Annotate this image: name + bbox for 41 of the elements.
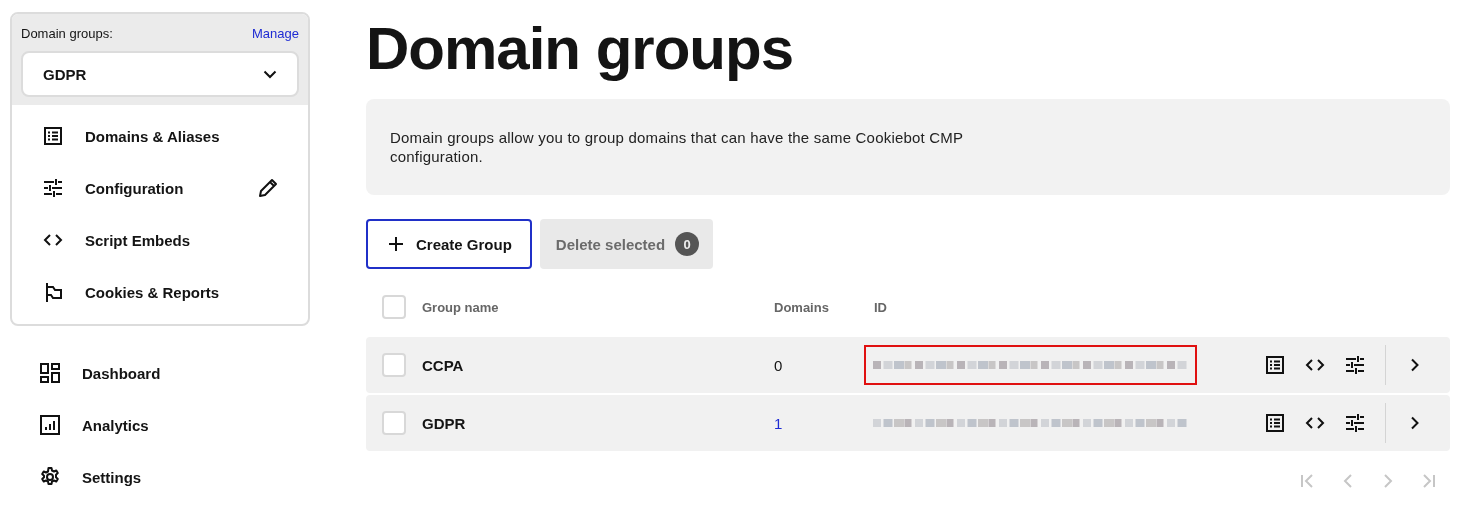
chevron-down-icon xyxy=(263,69,277,79)
manage-link[interactable]: Manage xyxy=(252,26,299,41)
page-title: Domain groups xyxy=(366,14,794,84)
table-row[interactable]: CCPA 0 xyxy=(366,337,1450,393)
column-header[interactable]: Group name xyxy=(422,299,774,315)
group-name: CCPA xyxy=(422,356,465,374)
flag-icon xyxy=(43,282,63,302)
bar-chart-icon xyxy=(40,415,60,435)
menu-item[interactable]: Configuration xyxy=(12,162,308,214)
column-header[interactable]: ID xyxy=(874,299,1260,315)
menu-item[interactable]: Domains & Aliases xyxy=(12,110,308,162)
menu-item[interactable]: Cookies & Reports xyxy=(12,266,308,318)
row-checkbox[interactable] xyxy=(382,411,406,435)
chevron-right-icon[interactable] xyxy=(1410,416,1420,430)
menu-item[interactable]: Script Embeds xyxy=(12,214,308,266)
list-icon[interactable] xyxy=(1265,355,1285,375)
sliders-icon[interactable] xyxy=(1345,413,1365,433)
plus-icon xyxy=(388,236,404,252)
list-icon xyxy=(43,126,63,146)
column-header[interactable]: Domains xyxy=(774,299,874,315)
nav-item[interactable]: Settings xyxy=(10,451,310,503)
count-badge: 0 xyxy=(675,232,700,256)
settings-icon xyxy=(40,467,60,487)
group-dropdown[interactable]: GDPR xyxy=(21,51,299,97)
info-text: Domain groups allow you to group domains that can have the same Cookiebot CMP configuration. xyxy=(390,128,964,166)
row-checkbox[interactable] xyxy=(382,353,406,377)
domains-count: 0 xyxy=(774,356,784,374)
table-row[interactable]: GDPR 1 xyxy=(366,395,1450,451)
nav-item[interactable]: Dashboard xyxy=(10,347,310,399)
dashboard-icon xyxy=(40,363,60,383)
group-name: GDPR xyxy=(422,414,467,432)
group-label: Domain groups: xyxy=(21,26,113,41)
select-all-checkbox[interactable] xyxy=(382,295,406,319)
pencil-icon[interactable] xyxy=(258,178,278,198)
sliders-icon[interactable] xyxy=(1345,355,1365,375)
list-icon[interactable] xyxy=(1265,413,1285,433)
nav-item[interactable]: Analytics xyxy=(10,399,310,451)
create-group-button[interactable]: Create Group xyxy=(366,219,532,269)
sliders-icon xyxy=(43,178,63,198)
domains-count-link[interactable]: 1 xyxy=(774,414,874,432)
chevron-right-icon[interactable] xyxy=(1410,358,1420,372)
